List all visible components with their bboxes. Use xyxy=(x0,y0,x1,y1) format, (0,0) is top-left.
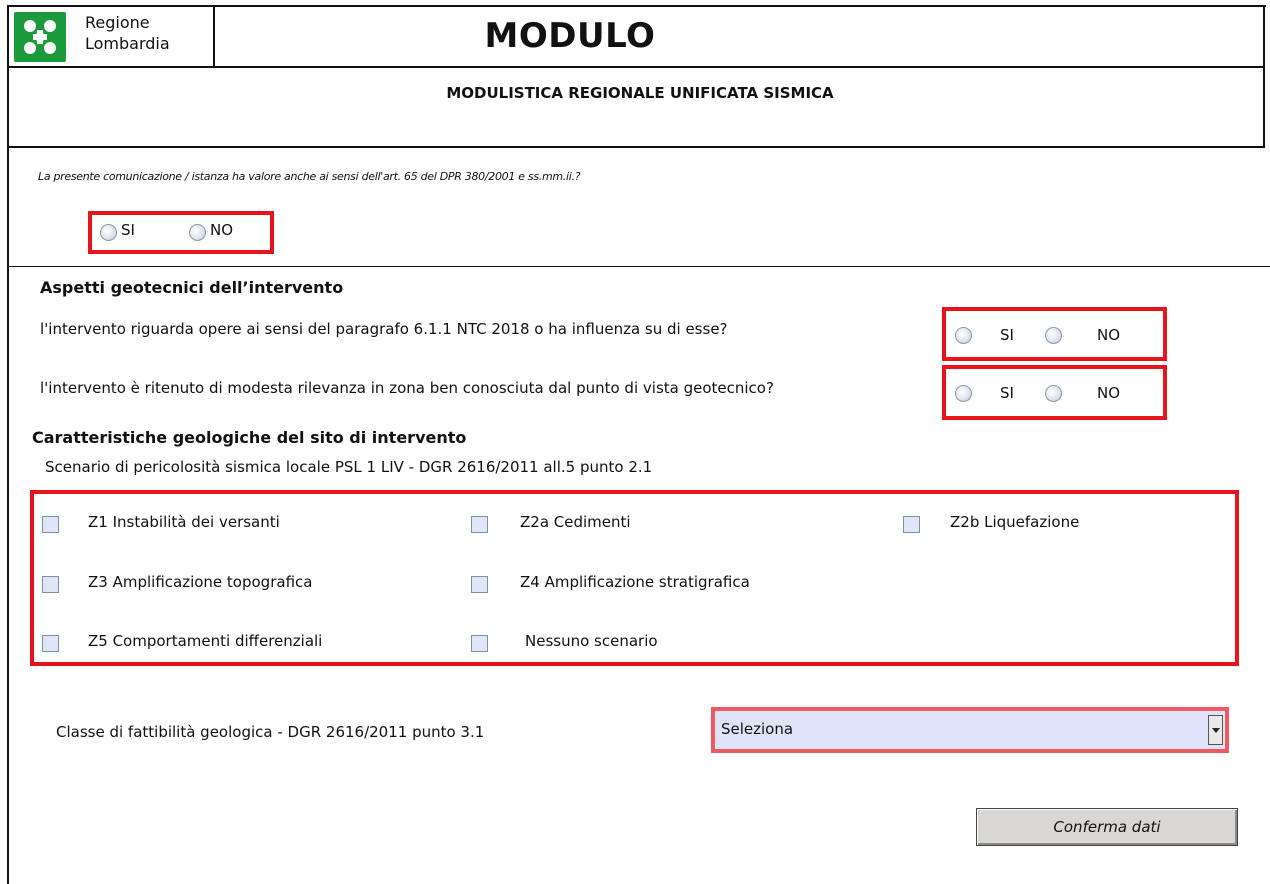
z4-checkbox[interactable] xyxy=(471,576,488,593)
geotech-q2-yes-label: SI xyxy=(1000,384,1014,402)
z3-checkbox[interactable] xyxy=(42,576,59,593)
feasibility-label: Classe di fattibilità geologica - DGR 26… xyxy=(56,723,485,741)
geotech-q2-yes-radio[interactable] xyxy=(955,385,972,402)
z2b-label: Z2b Liquefazione xyxy=(950,513,1080,531)
z1-checkbox[interactable] xyxy=(42,516,59,533)
geotech-q1-no-radio[interactable] xyxy=(1045,327,1062,344)
z2a-checkbox[interactable] xyxy=(471,516,488,533)
z2b-checkbox[interactable] xyxy=(903,516,920,533)
z4-label: Z4 Amplificazione stratigrafica xyxy=(520,573,750,591)
no-scenario-label: Nessuno scenario xyxy=(525,632,658,650)
chevron-down-icon[interactable] xyxy=(1208,715,1223,745)
header-right-border xyxy=(1263,5,1265,148)
geotech-q2-no-label: NO xyxy=(1097,384,1121,402)
header-top-border xyxy=(7,5,1266,7)
dpr-no-label: NO xyxy=(210,221,234,239)
geotech-q2-no-radio[interactable] xyxy=(1045,385,1062,402)
feasibility-class-select[interactable]: Seleziona xyxy=(711,707,1229,753)
confirm-data-button[interactable]: Conferma dati xyxy=(976,808,1238,846)
geological-title: Caratteristiche geologiche del sito di i… xyxy=(32,428,467,447)
geotech-q2-text: l'intervento è ritenuto di modesta rilev… xyxy=(40,379,774,397)
org-line2: Lombardia xyxy=(85,34,170,53)
z5-label: Z5 Comportamenti differenziali xyxy=(88,632,323,650)
z1-label: Z1 Instabilità dei versanti xyxy=(88,513,280,531)
org-name: Regione Lombardia xyxy=(85,12,170,54)
logo-divider xyxy=(213,5,215,67)
geotech-q1-yes-radio[interactable] xyxy=(955,327,972,344)
regione-lombardia-logo xyxy=(14,12,66,62)
dpr-question-text: La presente comunicazione / istanza ha v… xyxy=(38,170,581,183)
geotech-q1-text: l'intervento riguarda opere ai sensi del… xyxy=(40,320,728,338)
scenario-text: Scenario di pericolosità sismica locale … xyxy=(45,458,653,476)
feasibility-select-value: Seleziona xyxy=(721,720,794,738)
header-left-border xyxy=(7,5,9,884)
geotechnical-title: Aspetti geotecnici dell’intervento xyxy=(40,278,344,297)
dpr-yes-radio[interactable] xyxy=(100,224,117,241)
z2a-label: Z2a Cedimenti xyxy=(520,513,631,531)
geotech-q1-yes-label: SI xyxy=(1000,326,1014,344)
page-title: MODULO xyxy=(484,16,656,56)
subtitle-divider xyxy=(7,146,1265,148)
page-subtitle: MODULISTICA REGIONALE UNIFICATA SISMICA xyxy=(446,84,834,102)
rosa-camuna-icon xyxy=(24,20,56,54)
no-scenario-checkbox[interactable] xyxy=(471,635,488,652)
dpr-yes-label: SI xyxy=(121,221,135,239)
section-divider xyxy=(7,266,1270,267)
header-divider xyxy=(7,66,1265,68)
geotech-q1-no-label: NO xyxy=(1097,326,1121,344)
z3-label: Z3 Amplificazione topografica xyxy=(88,573,313,591)
org-line1: Regione xyxy=(85,13,150,32)
z5-checkbox[interactable] xyxy=(42,635,59,652)
dpr-no-radio[interactable] xyxy=(189,224,206,241)
